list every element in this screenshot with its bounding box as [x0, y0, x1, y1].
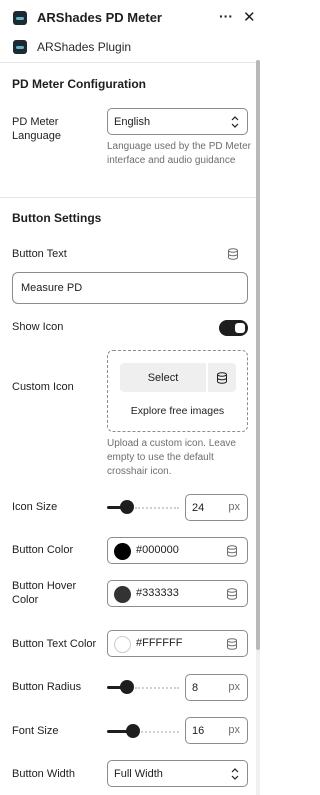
database-icon[interactable] — [227, 248, 239, 260]
slider-rest — [141, 731, 179, 733]
custom-icon-label: Custom Icon — [12, 381, 74, 393]
chevron-up-down-icon — [231, 116, 239, 128]
button-text-color-value: #FFFFFF — [136, 637, 183, 649]
unit-label: px — [228, 681, 240, 693]
select-image-button[interactable]: Select — [120, 363, 206, 392]
slider-rest — [135, 687, 179, 689]
slider-knob[interactable] — [120, 500, 134, 514]
pd-meter-language-label: PD Meter Language — [12, 116, 61, 142]
database-icon[interactable] — [226, 588, 238, 600]
button-text-label: Button Text — [12, 248, 67, 260]
panel-title: ARShades PD Meter — [37, 10, 162, 25]
explore-free-images-link[interactable]: Explore free images — [108, 405, 247, 417]
button-width-label: Button Width — [12, 768, 75, 780]
font-size-input[interactable]: 16 px — [185, 717, 248, 744]
button-radius-slider[interactable] — [107, 680, 179, 694]
button-hover-color-swatch[interactable] — [114, 586, 131, 603]
plugin-name: ARShades Plugin — [37, 40, 132, 54]
button-color-value: #000000 — [136, 544, 179, 556]
close-icon[interactable]: ✕ — [243, 8, 256, 26]
font-size-label: Font Size — [12, 725, 59, 737]
button-color-swatch[interactable] — [114, 543, 131, 560]
button-hover-color-picker[interactable]: #333333 — [107, 580, 248, 607]
scrollbar-thumb[interactable] — [256, 60, 260, 650]
button-text-color-picker[interactable]: #FFFFFF — [107, 630, 248, 657]
button-text-input[interactable]: Measure PD — [12, 272, 248, 304]
custom-icon-help: Upload a custom icon. Leave empty to use… — [107, 438, 236, 477]
plugin-row: ARShades Plugin — [0, 36, 256, 60]
unit-label: px — [228, 724, 240, 736]
pd-meter-language-help: Language used by the PD Meter interface … — [107, 141, 251, 166]
button-settings-title: Button Settings — [12, 211, 102, 225]
pd-meter-language-select[interactable]: English — [107, 108, 248, 135]
divider — [0, 62, 256, 63]
slider-rest — [135, 507, 179, 509]
button-color-picker[interactable]: #000000 — [107, 537, 248, 564]
unit-label: px — [228, 501, 240, 513]
media-library-button[interactable] — [208, 363, 236, 392]
database-icon[interactable] — [226, 545, 238, 557]
button-radius-value: 8 — [192, 681, 199, 694]
pd-meter-language-value: English — [114, 115, 151, 128]
chevron-up-down-icon — [231, 768, 239, 780]
font-size-slider[interactable] — [107, 724, 179, 738]
slider-knob[interactable] — [120, 680, 134, 694]
database-icon — [217, 371, 227, 384]
plugin-icon — [13, 40, 27, 54]
show-icon-toggle[interactable] — [219, 320, 248, 336]
custom-icon-dropzone[interactable]: Select Explore free images — [107, 350, 248, 432]
divider — [0, 197, 256, 198]
app-icon — [13, 11, 27, 25]
icon-size-value: 24 — [192, 501, 205, 514]
icon-size-slider[interactable] — [107, 500, 179, 514]
font-size-value: 16 — [192, 724, 205, 737]
show-icon-label: Show Icon — [12, 321, 64, 333]
button-radius-input[interactable]: 8 px — [185, 674, 248, 701]
button-text-color-label: Button Text Color — [12, 638, 97, 650]
icon-size-input[interactable]: 24 px — [185, 494, 248, 521]
database-icon[interactable] — [226, 638, 238, 650]
icon-size-label: Icon Size — [12, 501, 58, 513]
button-width-select[interactable]: Full Width — [107, 760, 248, 787]
button-color-label: Button Color — [12, 544, 74, 556]
panel-header: ARShades PD Meter ··· ✕ — [0, 0, 260, 36]
button-width-value: Full Width — [114, 767, 163, 780]
button-text-color-swatch[interactable] — [114, 636, 131, 653]
button-radius-label: Button Radius — [12, 681, 82, 693]
slider-knob[interactable] — [126, 724, 140, 738]
more-options-icon[interactable]: ··· — [219, 8, 233, 24]
button-hover-color-value: #333333 — [136, 587, 179, 599]
button-hover-color-label: Button Hover Color — [12, 580, 77, 606]
pd-meter-section-title: PD Meter Configuration — [12, 77, 146, 91]
